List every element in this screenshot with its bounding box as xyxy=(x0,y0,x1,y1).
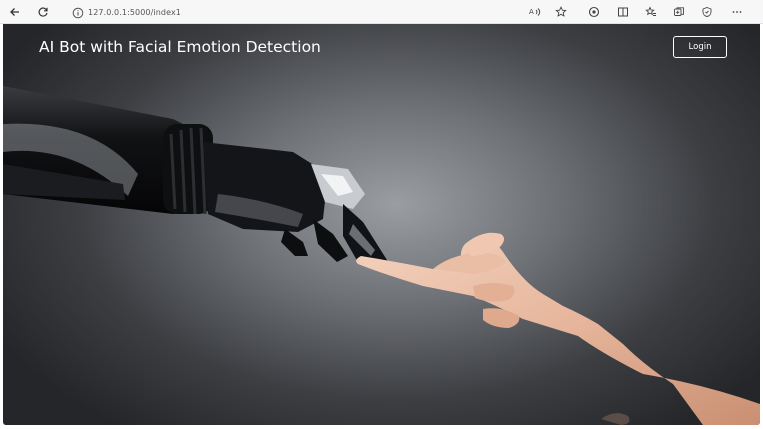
page-title: AI Bot with Facial Emotion Detection xyxy=(39,38,321,56)
address-bar[interactable]: 127.0.0.1:5000/index1 xyxy=(70,3,520,21)
robot-human-hand-image xyxy=(3,86,760,425)
address-url[interactable]: 127.0.0.1:5000/index1 xyxy=(88,8,181,17)
info-icon[interactable] xyxy=(72,6,84,19)
more-icon[interactable] xyxy=(728,3,746,21)
favorites-icon[interactable] xyxy=(642,3,660,21)
collections-icon[interactable] xyxy=(670,3,688,21)
browser-essentials-icon[interactable] xyxy=(698,3,716,21)
window-bottom-edge xyxy=(0,425,763,429)
split-screen-icon[interactable] xyxy=(614,3,632,21)
svg-text:A: A xyxy=(529,8,534,16)
extension-icon[interactable] xyxy=(585,3,603,21)
read-aloud-icon[interactable]: A xyxy=(526,3,544,21)
hero-section: AI Bot with Facial Emotion Detection Log… xyxy=(3,24,760,425)
login-button[interactable]: Login xyxy=(673,36,727,58)
back-arrow-icon[interactable] xyxy=(6,3,24,21)
refresh-icon[interactable] xyxy=(34,3,52,21)
favorite-star-icon[interactable] xyxy=(552,3,570,21)
browser-toolbar: 127.0.0.1:5000/index1 A xyxy=(0,0,763,24)
